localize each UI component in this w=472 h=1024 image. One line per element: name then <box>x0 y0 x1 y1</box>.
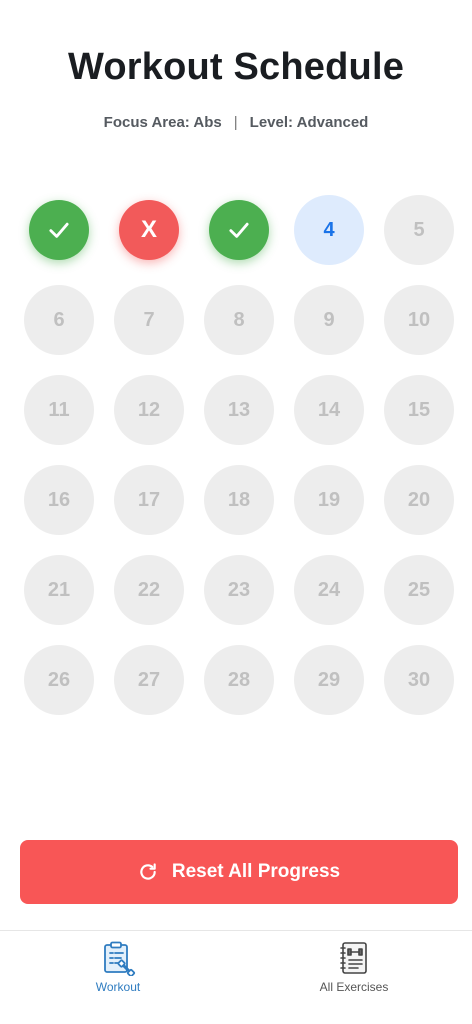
day-18-locked[interactable]: 18 <box>204 465 274 535</box>
check-icon <box>225 216 253 244</box>
day-number: 22 <box>137 578 161 601</box>
day-19-locked[interactable]: 19 <box>294 465 364 535</box>
day-11-locked[interactable]: 11 <box>24 375 94 445</box>
day-number: 23 <box>227 578 251 601</box>
day-number: 12 <box>137 398 161 421</box>
day-number: 27 <box>137 668 161 691</box>
day-number: 26 <box>47 668 71 691</box>
day-24-locked[interactable]: 24 <box>294 555 364 625</box>
day-number: 7 <box>143 308 155 331</box>
day-12-locked[interactable]: 12 <box>114 375 184 445</box>
day-number: 29 <box>317 668 341 691</box>
day-number: 17 <box>137 488 161 511</box>
bottom-nav: Workout All Exercises <box>0 930 472 1024</box>
day-number: 18 <box>227 488 251 511</box>
day-14-locked[interactable]: 14 <box>294 375 364 445</box>
day-5-locked[interactable]: 5 <box>384 195 454 265</box>
day-28-locked[interactable]: 28 <box>204 645 274 715</box>
day-number: 10 <box>407 308 431 331</box>
nav-tab-all-exercises[interactable]: All Exercises <box>236 931 472 1024</box>
day-2-missed[interactable]: X <box>119 200 179 260</box>
day-23-locked[interactable]: 23 <box>204 555 274 625</box>
refresh-icon <box>138 862 158 882</box>
day-27-locked[interactable]: 27 <box>114 645 184 715</box>
nav-label-all-exercises: All Exercises <box>319 980 389 994</box>
app-root: Workout Schedule Focus Area: Abs | Level: … <box>0 0 472 1024</box>
day-number: 4 <box>323 218 335 241</box>
nav-label-workout: Workout <box>95 980 141 994</box>
day-1-completed[interactable] <box>29 200 89 260</box>
day-number: 20 <box>407 488 431 511</box>
nav-tab-workout[interactable]: Workout <box>0 931 236 1024</box>
day-number: 9 <box>323 308 335 331</box>
day-16-locked[interactable]: 16 <box>24 465 94 535</box>
reset-progress-label: Reset All Progress <box>171 861 341 882</box>
day-number: 25 <box>407 578 431 601</box>
day-20-locked[interactable]: 20 <box>384 465 454 535</box>
day-number: 30 <box>407 668 431 691</box>
reset-progress-button[interactable]: Reset All Progress <box>20 840 458 904</box>
meta-separator: | <box>233 114 238 131</box>
workout-meta: Focus Area: Abs | Level: Advanced <box>0 114 472 131</box>
day-6-locked[interactable]: 6 <box>24 285 94 355</box>
day-7-locked[interactable]: 7 <box>114 285 184 355</box>
day-number: 16 <box>47 488 71 511</box>
day-30-locked[interactable]: 30 <box>384 645 454 715</box>
day-number: 15 <box>407 398 431 421</box>
day-number: 5 <box>413 218 425 241</box>
page-title: Workout Schedule <box>67 46 405 88</box>
day-number: 28 <box>227 668 251 691</box>
day-15-locked[interactable]: 15 <box>384 375 454 445</box>
day-number: 13 <box>227 398 251 421</box>
day-number: 19 <box>317 488 341 511</box>
day-22-locked[interactable]: 22 <box>114 555 184 625</box>
day-29-locked[interactable]: 29 <box>294 645 364 715</box>
day-26-locked[interactable]: 26 <box>24 645 94 715</box>
day-4-current[interactable]: 4 <box>294 195 364 265</box>
check-icon <box>45 216 73 244</box>
day-9-locked[interactable]: 9 <box>294 285 364 355</box>
day-grid: X 4 5 6 7 8 9 10 11 12 13 14 15 16 17 18 19 20 21 22 23 24 25 2… <box>24 195 454 715</box>
day-10-locked[interactable]: 10 <box>384 285 454 355</box>
day-21-locked[interactable]: 21 <box>24 555 94 625</box>
day-13-locked[interactable]: 13 <box>204 375 274 445</box>
focus-area-label: Focus Area: Abs <box>103 114 222 131</box>
day-number: 6 <box>53 308 65 331</box>
clipboard-workout-icon <box>99 939 137 977</box>
dumbbell-notebook-icon <box>335 939 373 977</box>
day-number: 8 <box>233 308 245 331</box>
day-number: 21 <box>47 578 71 601</box>
day-17-locked[interactable]: 17 <box>114 465 184 535</box>
day-3-completed[interactable] <box>209 200 269 260</box>
day-number: 14 <box>317 398 341 421</box>
day-number: 11 <box>48 398 70 421</box>
day-number: 24 <box>317 578 341 601</box>
level-label: Level: Advanced <box>249 114 369 131</box>
missed-mark: X <box>140 216 157 243</box>
day-8-locked[interactable]: 8 <box>204 285 274 355</box>
day-25-locked[interactable]: 25 <box>384 555 454 625</box>
